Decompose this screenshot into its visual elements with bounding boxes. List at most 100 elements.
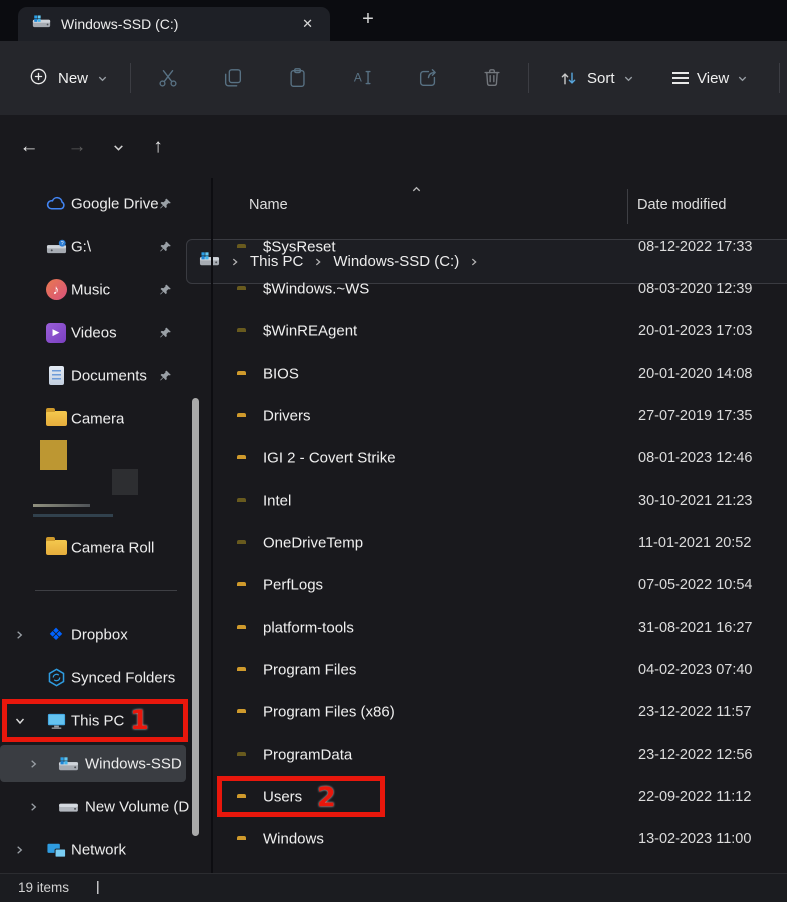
sidebar-item-this-pc[interactable]: This PC 1 xyxy=(0,699,211,742)
file-row-igi-2-covert-strike[interactable]: IGI 2 - Covert Strike 08-01-2023 12:46 xyxy=(213,437,787,479)
sidebar-item-new-volume-d[interactable]: New Volume (D xyxy=(0,785,211,828)
file-date: 23-12-2022 12:56 xyxy=(638,746,753,763)
file-row-windows-ws[interactable]: $Windows.~WS 08-03-2020 12:39 xyxy=(213,268,787,310)
chevron-right-icon[interactable] xyxy=(28,801,39,812)
copy-icon xyxy=(224,69,242,87)
file-date: 13-02-2023 11:00 xyxy=(638,831,752,848)
sort-button-label: Sort xyxy=(587,69,615,87)
sidebar-item-network[interactable]: Network xyxy=(0,828,211,871)
cut-button[interactable] xyxy=(153,63,183,93)
paste-button[interactable] xyxy=(283,63,313,93)
file-name: $WinREAgent xyxy=(263,322,358,340)
file-row-program-files[interactable]: Program Files 04-02-2023 07:40 xyxy=(213,649,787,691)
recent-locations-button[interactable] xyxy=(103,132,133,162)
navigation-pane: Google Drive? G:\ ♪ Music ▶ Videos Documents Ca… xyxy=(0,178,211,874)
sidebar-scrollbar-thumb[interactable] xyxy=(192,398,199,836)
file-row-perflogs[interactable]: PerfLogs 07-05-2022 10:54 xyxy=(213,564,787,606)
sidebar-item-label: Videos xyxy=(71,324,117,341)
sidebar-item-g[interactable]: ? G:\ xyxy=(0,225,211,268)
sidebar-item-label: Synced Folders xyxy=(71,669,176,686)
up-button[interactable]: ↑ xyxy=(143,132,173,162)
sidebar-item-synced-folders[interactable]: Synced Folders xyxy=(0,656,211,699)
file-date: 08-03-2020 12:39 xyxy=(638,280,753,297)
sort-button[interactable]: Sort xyxy=(558,62,634,94)
share-button[interactable] xyxy=(413,63,443,93)
sidebar-item-label: This PC xyxy=(71,712,125,729)
pin-icon xyxy=(159,283,172,296)
file-name: Intel xyxy=(263,492,292,510)
pin-icon xyxy=(159,326,172,339)
column-divider[interactable] xyxy=(627,189,628,224)
svg-text:?: ? xyxy=(60,241,63,247)
folder-icon xyxy=(44,536,68,560)
file-row-programdata[interactable]: ProgramData 23-12-2022 12:56 xyxy=(213,733,787,775)
delete-button[interactable] xyxy=(477,63,507,93)
chevron-down-icon xyxy=(624,76,632,81)
sidebar-item-label: Windows-SSD xyxy=(85,755,182,772)
videos-icon: ▶ xyxy=(44,321,68,345)
file-row-program-files-x86[interactable]: Program Files (x86) 23-12-2022 11:57 xyxy=(213,691,787,733)
file-row-platform-tools[interactable]: platform-tools 31-08-2021 16:27 xyxy=(213,606,787,648)
column-header-name[interactable]: Name xyxy=(249,197,288,213)
file-row-onedrivetemp[interactable]: OneDriveTemp 11-01-2021 20:52 xyxy=(213,522,787,564)
file-list: $SysReset 08-12-2022 17:33 $Windows.~WS 08-… xyxy=(213,226,787,861)
sidebar-item-label: Music xyxy=(71,281,111,298)
forward-button[interactable]: → xyxy=(62,132,92,162)
file-name: Program Files xyxy=(263,661,357,679)
drive-g-icon: ? xyxy=(44,235,68,259)
status-bar: 19 items | xyxy=(0,873,787,902)
column-header-date-modified[interactable]: Date modified xyxy=(637,197,726,213)
file-row-bios[interactable]: BIOS 20-01-2020 14:08 xyxy=(213,352,787,394)
sidebar-item-label: Documents xyxy=(71,367,147,384)
this-pc-icon xyxy=(44,709,68,733)
chevron-right-icon[interactable] xyxy=(28,758,39,769)
chevron-down-icon[interactable] xyxy=(14,715,26,727)
thumbnail-line xyxy=(33,504,90,507)
file-row-intel[interactable]: Intel 30-10-2021 21:23 xyxy=(213,479,787,521)
pin-icon xyxy=(159,240,172,253)
sidebar-item-dropbox[interactable]: ❖ Dropbox xyxy=(0,613,211,656)
chevron-down-icon xyxy=(113,145,123,151)
google-drive-icon xyxy=(44,192,68,216)
copy-button[interactable] xyxy=(218,63,248,93)
file-row-windows[interactable]: Windows 13-02-2023 11:00 xyxy=(213,818,787,860)
sidebar-item-label: Camera Roll xyxy=(71,539,155,556)
new-tab-button[interactable]: + xyxy=(355,8,381,31)
file-name: Users xyxy=(263,788,303,806)
sidebar-item-google-drive[interactable]: Google Drive xyxy=(0,182,211,225)
clipboard-icon xyxy=(290,68,305,87)
file-name: ProgramData xyxy=(263,746,353,764)
sidebar-item-music[interactable]: ♪ Music xyxy=(0,268,211,311)
file-name: Windows xyxy=(263,830,324,848)
file-date: 23-12-2022 11:57 xyxy=(638,704,752,721)
sidebar-item-camera[interactable]: Camera xyxy=(0,397,211,440)
text-cursor: | xyxy=(96,878,100,894)
thumbnail-yellow xyxy=(40,440,67,470)
chevron-down-icon xyxy=(98,76,107,81)
file-date: 27-07-2019 17:35 xyxy=(638,407,753,424)
rename-button[interactable]: A xyxy=(348,63,378,93)
chevron-right-icon[interactable] xyxy=(14,844,25,855)
back-button[interactable]: ← xyxy=(14,132,44,162)
folder-thumbnails xyxy=(0,440,211,526)
sidebar-item-videos[interactable]: ▶ Videos xyxy=(0,311,211,354)
file-explorer-window: Windows-SSD (C:) ✕ + New A Sort View ← →… xyxy=(0,0,787,902)
file-name: BIOS xyxy=(263,365,299,383)
file-date: 22-09-2022 11:12 xyxy=(638,788,752,805)
file-row-winreagent[interactable]: $WinREAgent 20-01-2023 17:03 xyxy=(213,310,787,352)
close-tab-icon[interactable]: ✕ xyxy=(295,14,320,34)
explorer-tab[interactable]: Windows-SSD (C:) ✕ xyxy=(18,7,330,41)
sort-ascending-icon xyxy=(411,183,422,199)
file-row-drivers[interactable]: Drivers 27-07-2019 17:35 xyxy=(213,395,787,437)
sidebar-item-documents[interactable]: Documents xyxy=(0,354,211,397)
file-row-users[interactable]: Users 22-09-2022 11:12 2 xyxy=(213,776,787,818)
command-toolbar: New A Sort View xyxy=(0,41,787,115)
file-date: 08-12-2022 17:33 xyxy=(638,238,753,255)
file-row-sysreset[interactable]: $SysReset 08-12-2022 17:33 xyxy=(213,226,787,268)
view-button[interactable]: View xyxy=(672,62,748,94)
sidebar-item-camera-roll[interactable]: Camera Roll xyxy=(0,526,211,569)
item-count: 19 items xyxy=(18,880,70,895)
sidebar-item-windows-ssd[interactable]: Windows-SSD xyxy=(0,742,211,785)
chevron-right-icon[interactable] xyxy=(14,629,25,640)
new-button[interactable]: New xyxy=(28,62,108,94)
